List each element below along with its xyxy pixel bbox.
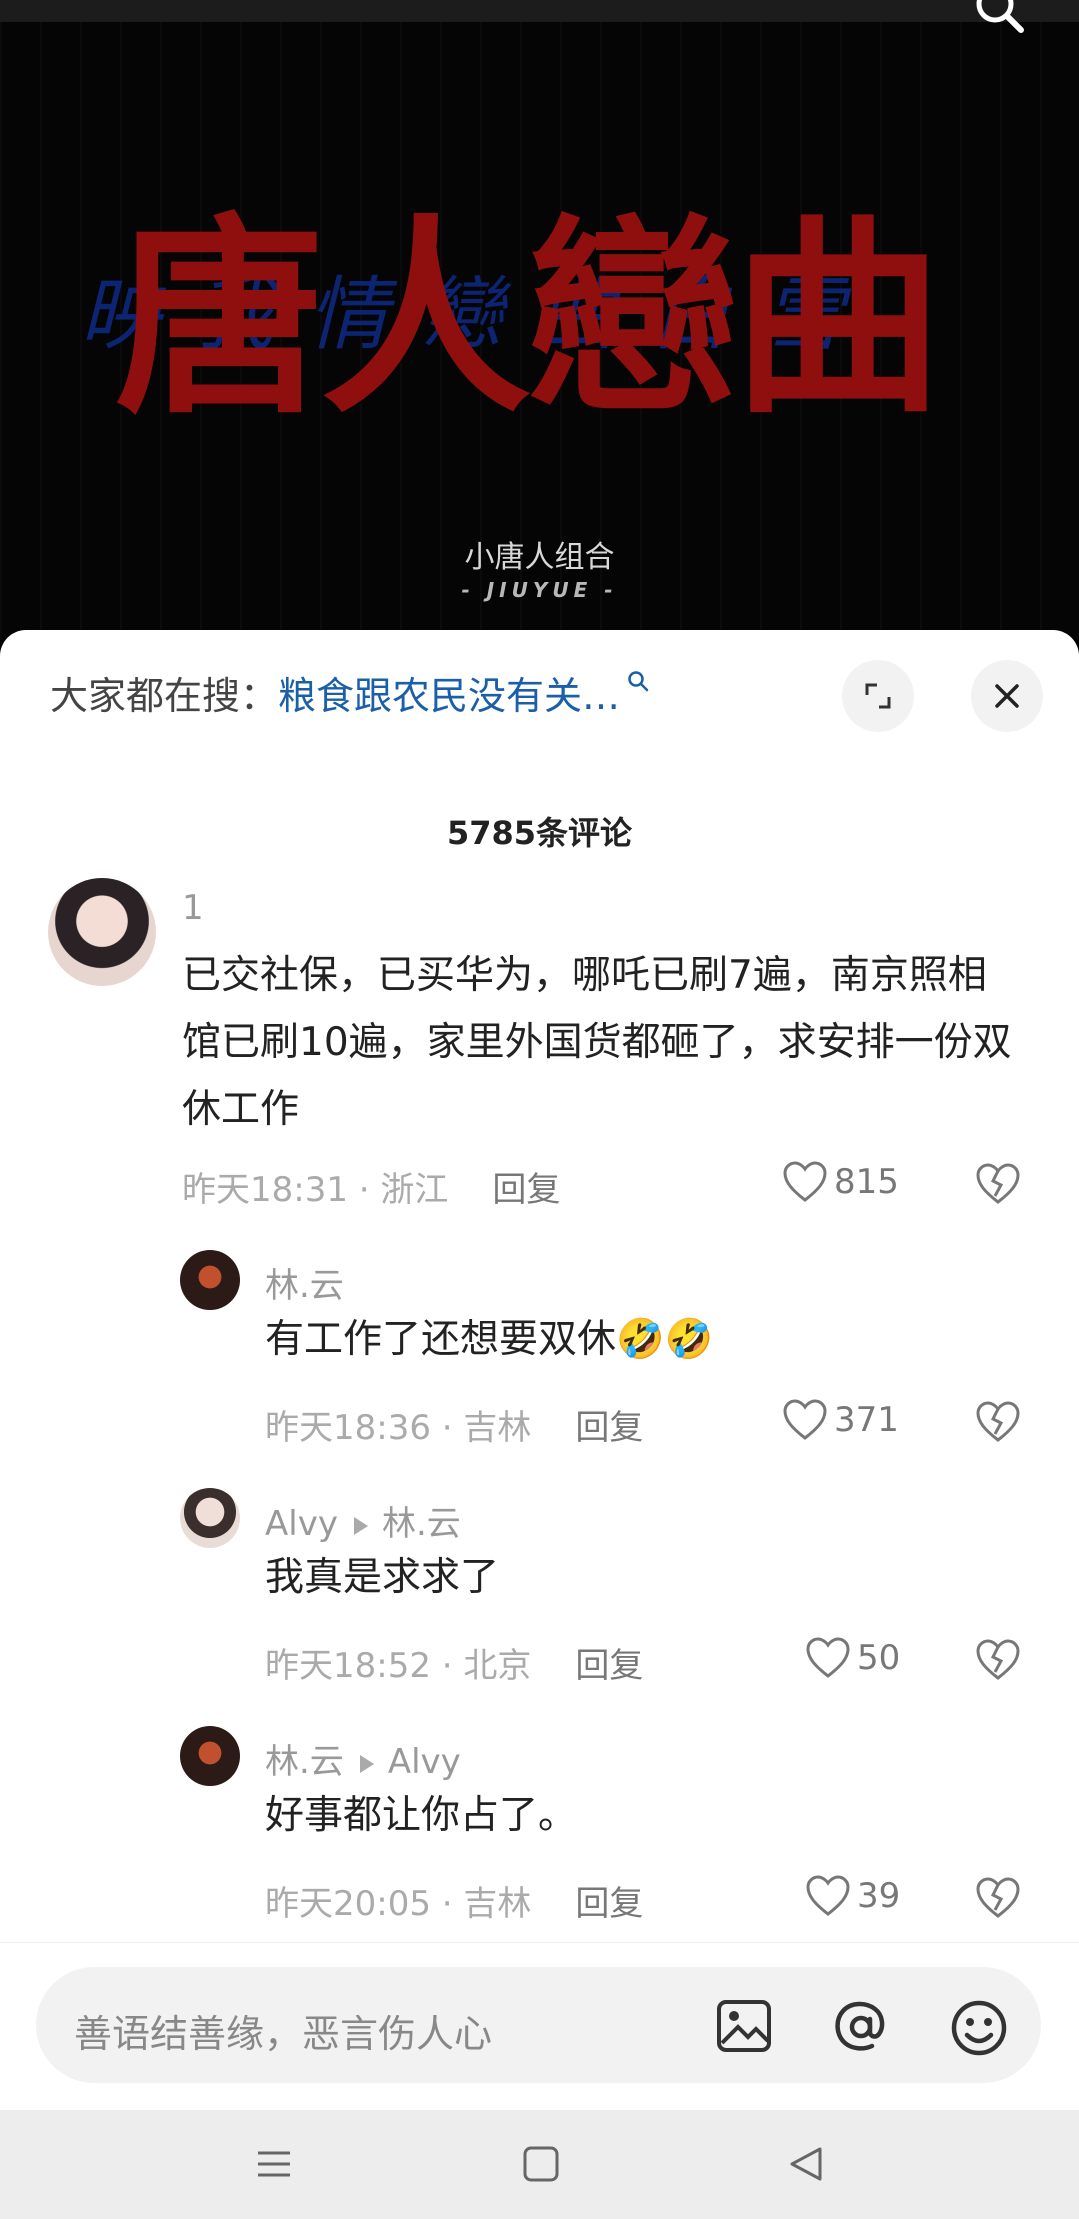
heart-icon — [783, 1399, 827, 1440]
comment-username[interactable]: 1 — [182, 888, 204, 928]
home-icon[interactable] — [521, 2144, 561, 2184]
like-count: 815 — [834, 1162, 899, 1202]
comment-meta: 昨天20:05 · 吉林 回复 — [265, 1876, 643, 1925]
reply-button[interactable]: 回复 — [575, 1884, 643, 1924]
reply-target[interactable]: Alvy — [388, 1742, 461, 1782]
broken-heart-icon[interactable] — [975, 1638, 1021, 1682]
expand-button[interactable] — [842, 660, 914, 732]
search-icon — [628, 671, 649, 692]
comment-username[interactable]: 林.云 Alvy — [265, 1734, 461, 1783]
comment-meta: 昨天18:36 · 吉林 回复 — [265, 1400, 643, 1449]
comment-username[interactable]: 林.云 — [265, 1258, 344, 1307]
comment-time: 昨天18:36 · 吉林 — [265, 1408, 532, 1448]
close-icon — [995, 684, 1019, 708]
comment-count: 5785条评论 — [446, 814, 633, 852]
like-count: 50 — [857, 1638, 901, 1678]
comment-time: 昨天18:31 · 浙江 — [182, 1170, 449, 1210]
reply-button[interactable]: 回复 — [492, 1170, 560, 1210]
like-count: 39 — [857, 1876, 901, 1916]
reply-arrow-icon — [359, 1754, 374, 1773]
reply-button[interactable]: 回复 — [575, 1646, 643, 1686]
comment-text: 好事都让你占了。 — [265, 1793, 578, 1838]
avatar[interactable] — [180, 1726, 240, 1786]
avatar[interactable] — [180, 1250, 240, 1310]
comment-meta: 昨天18:31 · 浙江 回复 — [182, 1162, 560, 1211]
video-player[interactable]: 映我情戀曲白雪 唐人戀曲 小唐人组合 - JIUYUE - — [0, 0, 1079, 640]
like-button[interactable]: 815 — [782, 1160, 899, 1204]
reply-target[interactable]: 林.云 — [382, 1504, 461, 1544]
like-button[interactable]: 50 — [805, 1636, 900, 1680]
at-icon[interactable] — [831, 1999, 891, 2055]
comment-text: 我真是求求了 — [265, 1555, 500, 1600]
status-bar — [0, 0, 1079, 22]
image-icon[interactable] — [716, 1999, 772, 2053]
comment-time: 昨天20:05 · 吉林 — [265, 1884, 532, 1924]
comment-text: 有工作了还想要双休🤣🤣 — [265, 1317, 714, 1362]
heart-icon — [783, 1161, 827, 1202]
avatar[interactable] — [48, 878, 156, 986]
comment-sheet: 大家都在搜：粮食跟农民没有关… 5785条评论 1 已交社保，已买华为，哪吒已刷… — [0, 630, 1079, 2110]
comment-input-placeholder: 善语结善缘，恶言伤人心 — [74, 2012, 493, 2056]
comment-text: 已交社保，已买华为，哪吒已刷7遍，南京照相馆已刷10遍，家里外国货都砸了，求安排… — [182, 953, 1012, 1132]
emoji-icon[interactable] — [950, 1999, 1008, 2057]
broken-heart-icon[interactable] — [975, 1876, 1021, 1920]
close-button[interactable] — [971, 660, 1043, 732]
menu-icon[interactable] — [254, 2144, 294, 2184]
video-title-art: 唐人戀曲 — [115, 197, 943, 442]
expand-icon — [865, 683, 891, 709]
like-button[interactable]: 371 — [782, 1398, 899, 1442]
reply-arrow-icon — [353, 1516, 368, 1535]
like-count: 371 — [834, 1400, 899, 1440]
like-button[interactable]: 39 — [805, 1874, 900, 1918]
back-icon[interactable] — [786, 2144, 826, 2184]
video-artist-sub: - JIUYUE - — [461, 578, 618, 602]
system-nav-bar — [0, 2110, 1079, 2219]
hot-search-bar[interactable]: 大家都在搜：粮食跟农民没有关… — [50, 665, 650, 720]
reply-button[interactable]: 回复 — [575, 1408, 643, 1448]
hot-search-link[interactable]: 粮食跟农民没有关… — [278, 674, 620, 718]
broken-heart-icon[interactable] — [975, 1400, 1021, 1444]
comment-time: 昨天18:52 · 北京 — [265, 1646, 532, 1686]
comment-input[interactable]: 善语结善缘，恶言伤人心 — [36, 1967, 1041, 2083]
reply-author[interactable]: Alvy — [265, 1504, 338, 1544]
video-artist: 小唐人组合 — [464, 540, 615, 575]
avatar[interactable] — [180, 1488, 240, 1548]
search-icon[interactable] — [969, 0, 1029, 42]
comment-input-bar: 善语结善缘，恶言伤人心 — [0, 1942, 1079, 2111]
heart-icon — [806, 1637, 850, 1678]
heart-icon — [806, 1875, 850, 1916]
hot-search-label: 大家都在搜： — [50, 674, 279, 718]
reply-author[interactable]: 林.云 — [265, 1742, 344, 1782]
comment-username[interactable]: Alvy 林.云 — [265, 1496, 461, 1545]
comment-meta: 昨天18:52 · 北京 回复 — [265, 1638, 643, 1687]
broken-heart-icon[interactable] — [975, 1162, 1021, 1206]
